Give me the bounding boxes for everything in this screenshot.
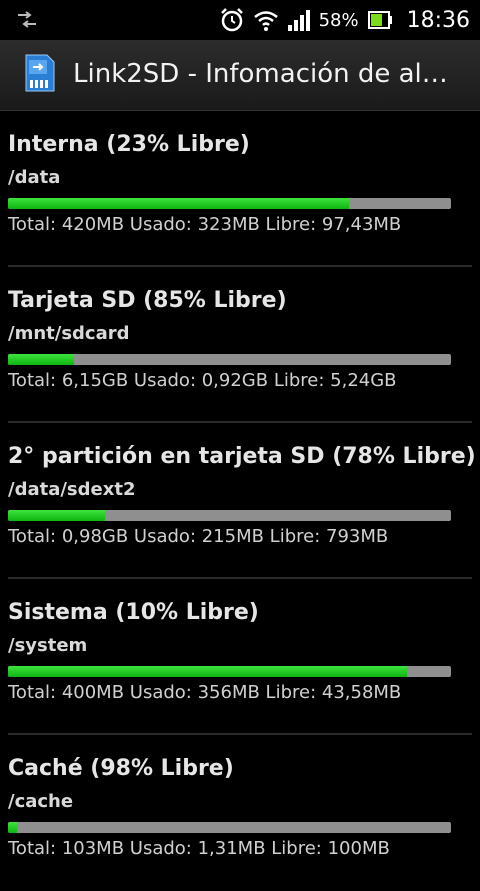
battery-icon xyxy=(367,11,392,29)
storage-title: Caché (98% Libre) xyxy=(8,756,234,781)
storage-stats: Total: 0,98GB Usado: 215MB Libre: 793MB xyxy=(8,526,389,547)
storage-item-system[interactable]: Sistema (10% Libre) /system Total: 400MB… xyxy=(0,579,480,735)
usage-bar-fill xyxy=(8,510,106,521)
battery-percent: 58% xyxy=(318,9,359,31)
storage-title: Interna (23% Libre) xyxy=(8,132,250,157)
usage-bar xyxy=(8,822,451,833)
usage-bar xyxy=(8,510,451,521)
storage-stats: Total: 400MB Usado: 356MB Libre: 43,58MB xyxy=(8,682,402,703)
wifi-icon xyxy=(253,11,278,31)
usage-bar xyxy=(8,666,451,677)
page-title: Link2SD - Infomación de alm… xyxy=(73,59,468,89)
storage-title: Tarjeta SD (85% Libre) xyxy=(8,288,287,313)
usage-bar xyxy=(8,354,451,365)
storage-path: /system xyxy=(8,635,88,656)
storage-path: /cache xyxy=(8,791,74,812)
sd-card-icon[interactable] xyxy=(25,54,55,92)
clock-time: 18:36 xyxy=(406,7,470,33)
storage-stats: Total: 420MB Usado: 323MB Libre: 97,43MB xyxy=(8,214,402,235)
storage-item-sdcard[interactable]: Tarjeta SD (85% Libre) /mnt/sdcard Total… xyxy=(0,267,480,423)
storage-stats: Total: 6,15GB Usado: 0,92GB Libre: 5,24G… xyxy=(8,370,397,391)
usage-bar-fill xyxy=(8,354,75,365)
alarm-clock-icon xyxy=(220,8,243,32)
usage-bar-fill xyxy=(8,198,350,209)
action-bar: Link2SD - Infomación de alm… xyxy=(0,40,480,111)
storage-list: Interna (23% Libre) /data Total: 420MB U… xyxy=(0,111,480,891)
usage-bar xyxy=(8,198,451,209)
storage-path: /data/sdext2 xyxy=(8,479,136,500)
storage-path: /mnt/sdcard xyxy=(8,323,130,344)
storage-item-cache[interactable]: Caché (98% Libre) /cache Total: 103MB Us… xyxy=(0,735,480,891)
status-bar: 58% 18:36 xyxy=(0,0,480,40)
data-transfer-icon xyxy=(18,11,36,28)
storage-item-sdext2[interactable]: 2° partición en tarjeta SD (78% Libre) /… xyxy=(0,423,480,579)
usage-bar-fill xyxy=(8,666,407,677)
storage-title: 2° partición en tarjeta SD (78% Libre) xyxy=(8,444,476,469)
storage-title: Sistema (10% Libre) xyxy=(8,600,259,625)
signal-icon xyxy=(287,10,310,31)
storage-item-internal[interactable]: Interna (23% Libre) /data Total: 420MB U… xyxy=(0,111,480,267)
usage-bar-fill xyxy=(8,822,17,833)
storage-stats: Total: 103MB Usado: 1,31MB Libre: 100MB xyxy=(8,838,390,859)
storage-path: /data xyxy=(8,167,61,188)
